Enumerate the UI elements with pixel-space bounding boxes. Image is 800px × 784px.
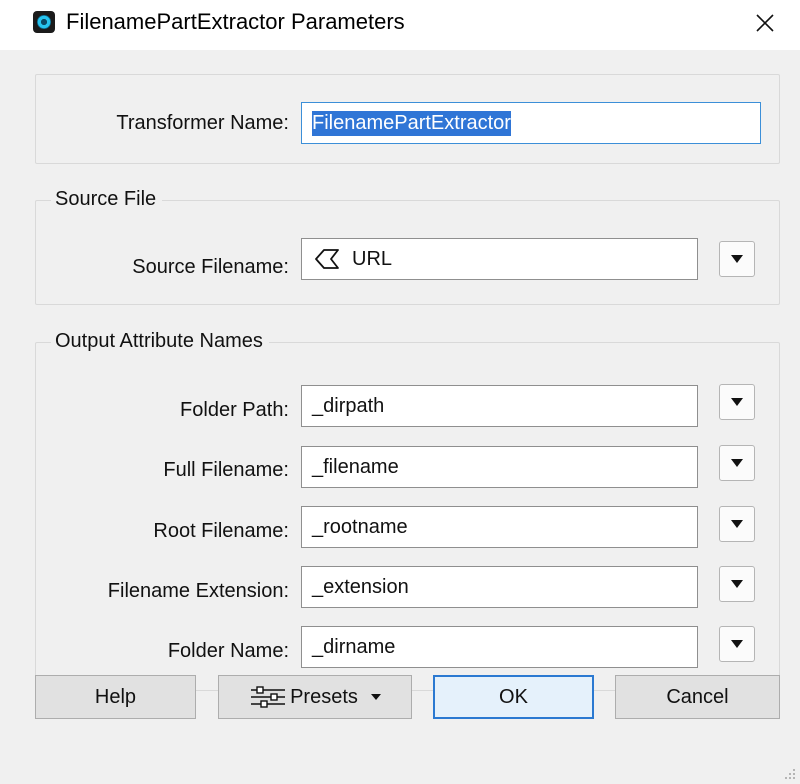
transformer-name-input[interactable]: FilenamePartExtractor [301, 102, 761, 144]
ok-button-label: OK [499, 685, 528, 708]
app-icon [33, 11, 55, 33]
root-filename-input[interactable]: _rootname [301, 506, 698, 548]
triangle-down-icon [731, 520, 743, 528]
presets-button[interactable]: Presets [218, 675, 412, 719]
transformer-name-value: FilenamePartExtractor [312, 110, 511, 136]
output-group-title: Output Attribute Names [51, 329, 269, 353]
source-filename-dropdown-button[interactable] [719, 241, 755, 277]
triangle-down-icon [370, 694, 381, 700]
filename-extension-dropdown-button[interactable] [719, 566, 755, 602]
presets-button-label: Presets [290, 685, 358, 708]
root-filename-label: Root Filename: [153, 520, 289, 542]
close-button[interactable] [745, 5, 785, 41]
attribute-value-icon [315, 249, 339, 269]
folder-path-input[interactable]: _dirpath [301, 385, 698, 427]
triangle-down-icon [731, 255, 743, 263]
folder-name-value: _dirname [312, 635, 396, 658]
full-filename-dropdown-button[interactable] [719, 445, 755, 481]
folder-path-value: _dirpath [312, 394, 385, 417]
triangle-down-icon [731, 580, 743, 588]
filename-extension-label: Filename Extension: [107, 580, 289, 602]
folder-path-dropdown-button[interactable] [719, 384, 755, 420]
full-filename-value: _filename [312, 455, 399, 478]
close-icon [756, 14, 774, 32]
full-filename-input[interactable]: _filename [301, 446, 698, 488]
source-filename-value: URL [352, 247, 393, 270]
transformer-name-label: Transformer Name: [116, 112, 289, 134]
resize-grip-icon[interactable] [782, 766, 796, 780]
cancel-button[interactable]: Cancel [615, 675, 780, 719]
triangle-down-icon [731, 398, 743, 406]
title-bar: FilenamePartExtractor Parameters [0, 0, 800, 50]
full-filename-label: Full Filename: [163, 459, 289, 481]
root-filename-dropdown-button[interactable] [719, 506, 755, 542]
folder-name-input[interactable]: _dirname [301, 626, 698, 668]
dialog-body: Transformer Name: FilenamePartExtractor … [0, 50, 800, 784]
root-filename-value: _rootname [312, 515, 408, 538]
triangle-down-icon [731, 459, 743, 467]
filename-extension-value: _extension [312, 575, 409, 598]
filename-extension-input[interactable]: _extension [301, 566, 698, 608]
help-button-label: Help [94, 685, 137, 708]
presets-sliders-icon [251, 686, 286, 708]
help-button[interactable]: Help [35, 675, 196, 719]
folder-name-dropdown-button[interactable] [719, 626, 755, 662]
source-file-group-title: Source File [51, 187, 163, 211]
folder-name-label: Folder Name: [167, 640, 289, 662]
window-title: FilenamePartExtractor Parameters [66, 9, 405, 34]
source-filename-label: Source Filename: [132, 256, 289, 278]
ok-button[interactable]: OK [433, 675, 594, 719]
folder-path-label: Folder Path: [180, 399, 289, 421]
cancel-button-label: Cancel [666, 685, 729, 708]
triangle-down-icon [731, 640, 743, 648]
source-filename-input[interactable]: URL [301, 238, 698, 280]
